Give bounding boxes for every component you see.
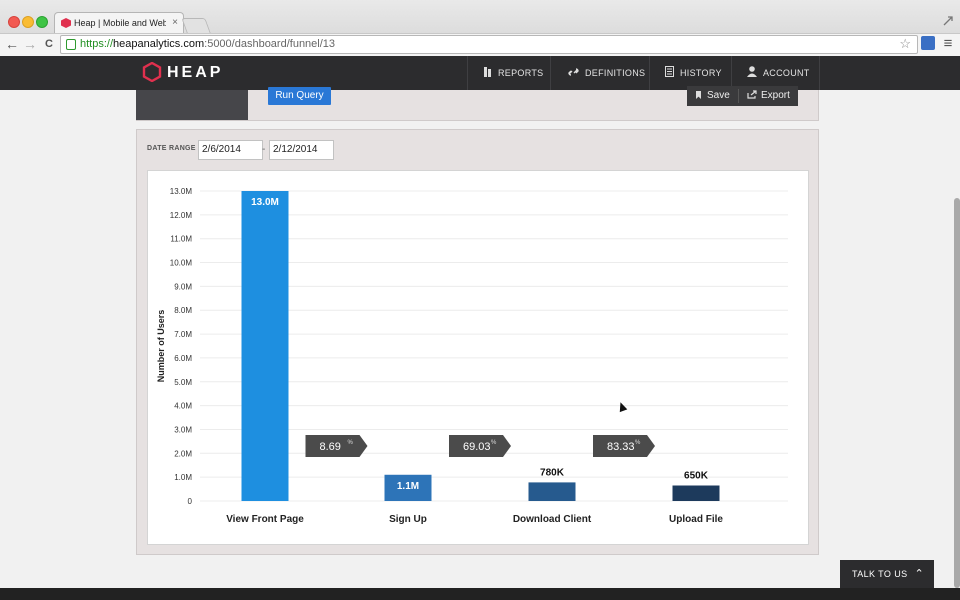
export-button[interactable]: Export <box>747 86 790 106</box>
lock-icon <box>66 39 76 50</box>
y-tick-label: 3.0M <box>174 425 192 434</box>
bar-value-label: 13.0M <box>251 197 279 208</box>
x-category-label: View Front Page <box>226 514 304 525</box>
y-tick-label: 9.0M <box>174 282 192 291</box>
history-icon <box>665 57 674 91</box>
end-date-input[interactable]: 2/12/2014 <box>269 140 334 160</box>
page-scrollbar[interactable] <box>954 198 960 588</box>
bar-value-label: 650K <box>684 471 709 482</box>
save-button[interactable]: Save <box>696 86 730 106</box>
talk-to-us-button[interactable]: TALK TO US ⌃ <box>840 560 934 588</box>
y-tick-label: 5.0M <box>174 378 192 387</box>
y-tick-label: 2.0M <box>174 449 192 458</box>
y-tick-label: 13.0M <box>170 187 193 196</box>
export-icon <box>747 87 757 107</box>
y-axis-label: Number of Users <box>156 310 166 383</box>
bookmark-icon <box>696 91 701 99</box>
conversion-unit-label: % <box>491 440 497 446</box>
nav-divider <box>649 56 650 90</box>
extension-icon[interactable] <box>921 36 935 50</box>
date-range-label: DATE RANGE <box>147 145 196 152</box>
nav-history[interactable]: HISTORY <box>665 56 722 90</box>
y-tick-label: 4.0M <box>174 402 192 411</box>
funnel-bar <box>672 485 720 501</box>
link-icon <box>568 57 579 91</box>
conversion-unit-label: % <box>348 440 354 446</box>
x-category-label: Upload File <box>669 514 723 525</box>
bottom-bar <box>0 588 960 600</box>
browser-tab[interactable]: Heap | Mobile and Web An × <box>54 12 184 34</box>
nav-divider <box>731 56 732 90</box>
nav-divider <box>819 56 820 90</box>
bar-value-label: 780K <box>540 467 565 478</box>
y-tick-label: 10.0M <box>170 259 193 268</box>
y-tick-label: 6.0M <box>174 354 192 363</box>
tab-close-icon[interactable]: × <box>172 17 178 28</box>
address-bar[interactable]: https://heapanalytics.com:5000/dashboard… <box>60 35 918 54</box>
new-tab-button[interactable] <box>181 18 211 33</box>
run-query-button[interactable]: Run Query <box>268 87 331 105</box>
bookmark-star-icon[interactable]: ☆ <box>899 36 911 52</box>
y-tick-label: 7.0M <box>174 330 192 339</box>
nav-reports[interactable]: REPORTS <box>484 56 543 90</box>
date-separator: - <box>262 144 266 155</box>
y-tick-label: 12.0M <box>170 211 193 220</box>
funnel-bar <box>241 191 289 501</box>
x-category-label: Download Client <box>513 514 592 525</box>
x-category-label: Sign Up <box>389 514 427 525</box>
nav-definitions[interactable]: DEFINITIONS <box>568 56 645 90</box>
forward-button[interactable]: → <box>22 34 38 54</box>
tab-title: Heap | Mobile and Web An <box>74 18 166 28</box>
browser-menu-icon[interactable]: ≡ <box>940 34 956 54</box>
url-text: https://heapanalytics.com:5000/dashboard… <box>80 38 336 50</box>
y-tick-label: 11.0M <box>170 235 192 244</box>
conversion-rate-label: 83.33 <box>607 441 635 453</box>
nav-divider <box>467 56 468 90</box>
bar-value-label: 1.1M <box>397 481 419 492</box>
close-window-button[interactable] <box>8 16 20 28</box>
funnel-chart: 0 1.0M 2.0M 3.0M 4.0M 5.0M 6.0M 7.0M 8.0M 9.0M 10.… <box>156 187 788 525</box>
conversion-unit-label: % <box>635 440 641 446</box>
conversion-rate-label: 8.69 <box>320 441 341 453</box>
reload-button[interactable]: C <box>41 34 57 54</box>
y-tick-label: 8.0M <box>174 306 192 315</box>
fullscreen-icon[interactable] <box>943 13 953 26</box>
y-tick-label: 1.0M <box>174 473 192 482</box>
y-tick-label: 0 <box>188 497 193 506</box>
reports-icon <box>484 57 492 91</box>
start-date-input[interactable]: 2/6/2014 <box>198 140 263 160</box>
query-sidebar-block <box>136 90 248 120</box>
heap-logo-icon[interactable] <box>142 61 162 83</box>
action-divider <box>738 89 739 103</box>
conversion-rate-label: 69.03 <box>463 441 491 453</box>
minimize-window-button[interactable] <box>22 16 34 28</box>
nav-account[interactable]: ACCOUNT <box>747 56 810 90</box>
back-button[interactable]: ← <box>4 34 20 54</box>
nav-divider <box>550 56 551 90</box>
maximize-window-button[interactable] <box>36 16 48 28</box>
funnel-bar <box>528 482 576 501</box>
chevron-up-icon: ⌃ <box>914 568 925 580</box>
logo-text[interactable]: HEAP <box>167 64 223 82</box>
heap-favicon-icon <box>61 18 71 28</box>
funnel-chart-container: 0 1.0M 2.0M 3.0M 4.0M 5.0M 6.0M 7.0M 8.0M 9.0M 10.… <box>147 170 809 545</box>
